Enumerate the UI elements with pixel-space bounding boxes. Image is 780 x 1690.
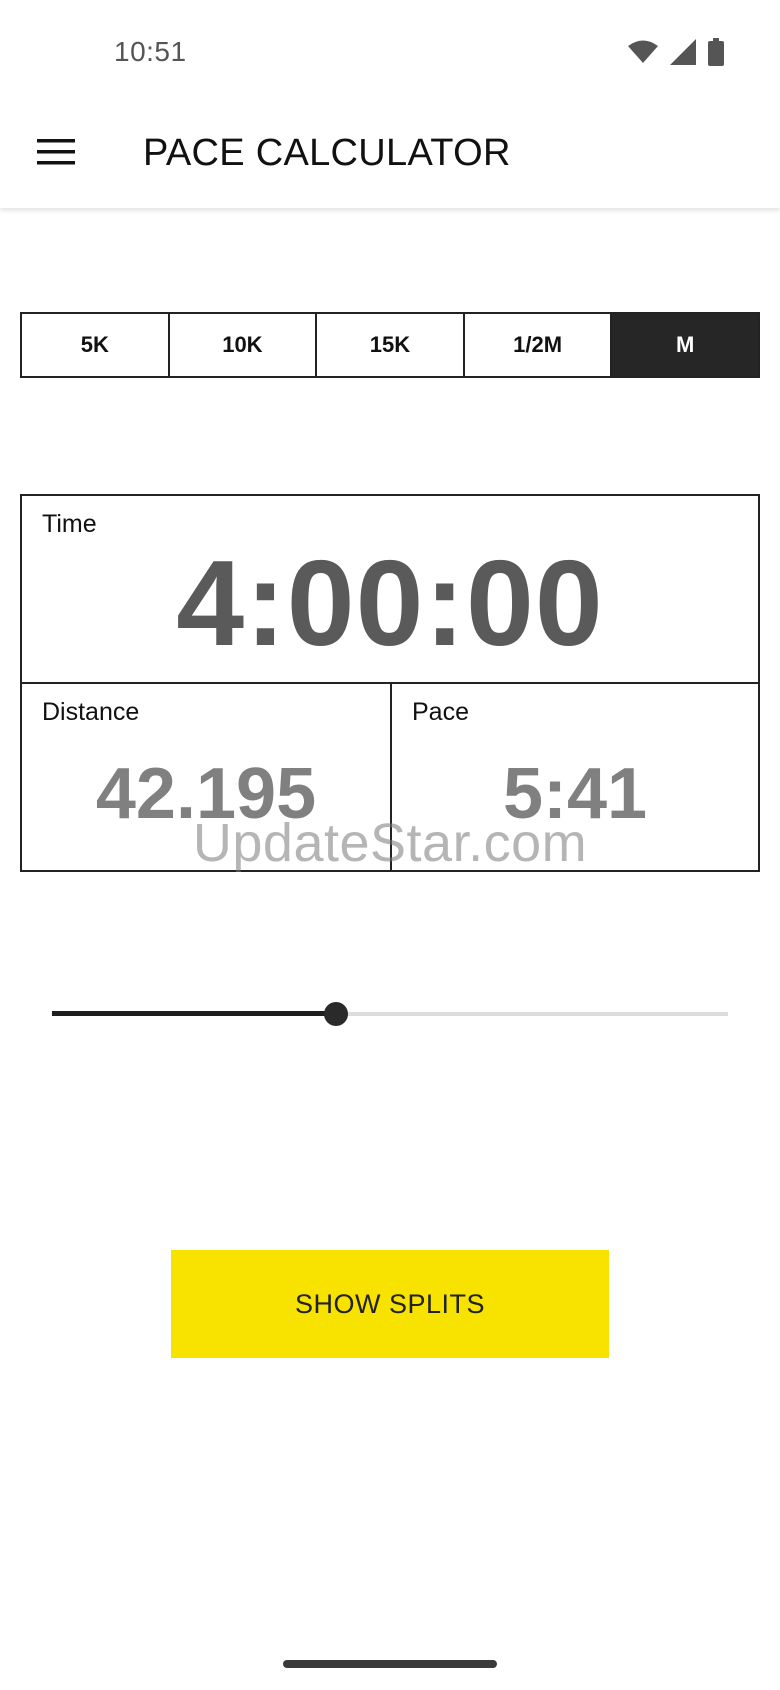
distance-label: Distance	[42, 698, 140, 726]
page-title: PACE CALCULATOR	[143, 132, 511, 174]
time-label: Time	[42, 510, 97, 538]
status-bar: 10:51	[0, 0, 780, 100]
hamburger-menu-icon	[37, 138, 75, 171]
pace-cell[interactable]: Pace 5:41	[392, 684, 758, 870]
slider-fill	[52, 1011, 336, 1016]
battery-icon	[708, 38, 724, 66]
pace-calculator-screen: 10:51 PACE CALCULATOR 5K 10K 15K 1/2M M …	[0, 0, 780, 1690]
home-indicator[interactable]	[283, 1660, 497, 1668]
distance-option-5k[interactable]: 5K	[22, 314, 170, 376]
show-splits-button[interactable]: SHOW SPLITS	[171, 1250, 609, 1358]
status-time: 10:51	[114, 36, 187, 67]
distance-value: 42.195	[95, 754, 317, 834]
distance-selector: 5K 10K 15K 1/2M M	[20, 312, 760, 378]
distance-option-10k[interactable]: 10K	[169, 314, 318, 376]
status-icons	[628, 38, 724, 66]
time-slider[interactable]	[52, 998, 728, 1030]
distance-option-marathon[interactable]: M	[612, 314, 758, 376]
distance-option-half-marathon[interactable]: 1/2M	[464, 314, 613, 376]
distance-option-15k[interactable]: 15K	[317, 314, 465, 376]
time-cell[interactable]: Time 4:00:00	[22, 496, 758, 684]
cellular-signal-icon	[670, 39, 696, 65]
app-bar: PACE CALCULATOR	[0, 100, 780, 208]
result-grid: Time 4:00:00 Distance 42.195 Pace 5:41	[20, 494, 760, 872]
pace-label: Pace	[412, 698, 469, 726]
pace-value: 5:41	[502, 754, 648, 834]
distance-cell[interactable]: Distance 42.195	[22, 684, 392, 870]
time-value: 4:00:00	[176, 535, 604, 671]
wifi-icon	[628, 40, 658, 64]
slider-thumb[interactable]	[323, 1002, 348, 1026]
menu-button[interactable]	[26, 124, 86, 184]
